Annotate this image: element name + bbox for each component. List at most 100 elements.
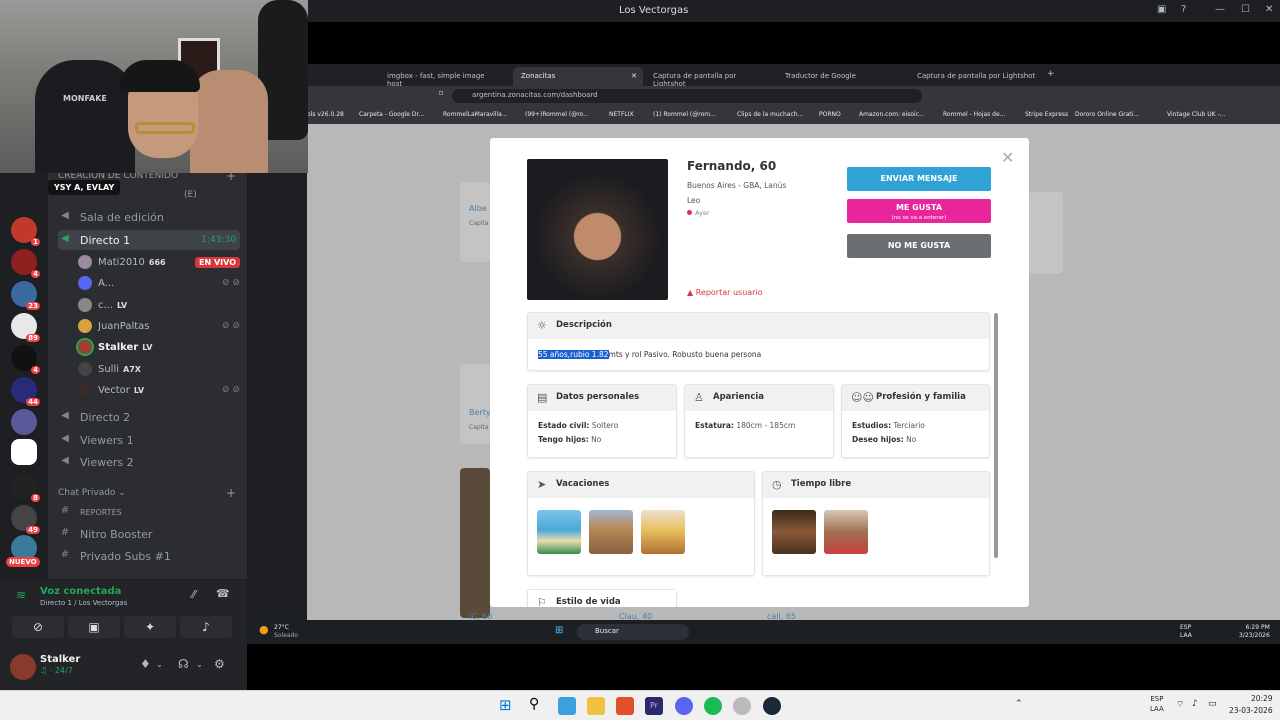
dislike-button[interactable]: NO ME GUSTA (847, 234, 991, 258)
file-explorer-icon[interactable] (587, 697, 605, 715)
description-text[interactable]: 55 años,rubio 1.82mts y rol Pasivo. Robu… (528, 339, 989, 370)
avatar[interactable] (10, 654, 36, 680)
server-icon[interactable]: 49 (11, 505, 40, 534)
voice-location[interactable]: Directo 1 / Los Vectorgas (40, 599, 127, 607)
voice-user[interactable]: Mati2010 666 EN VIVO (78, 252, 240, 272)
minimize-icon[interactable]: — (1215, 4, 1225, 15)
voice-user[interactable]: JuanPaltas ⊘ ⊘ (78, 316, 240, 336)
channel-sala-edicion[interactable]: ◀ Sala de edición (58, 207, 240, 227)
camera-off-button[interactable]: ⊘ (12, 616, 64, 638)
reading-thumb[interactable] (824, 510, 868, 554)
voice-user[interactable]: c... LV (78, 295, 240, 315)
windows-start-icon[interactable]: ⊞ (555, 625, 563, 636)
taskbar-search[interactable]: Buscar (577, 624, 689, 640)
tab-lightshot-1[interactable]: Captura de pantalla por Lightshot (645, 67, 775, 88)
modal-scrollbar[interactable] (994, 313, 998, 558)
tab-zonacitas[interactable]: Zonacitas ✕ (513, 67, 643, 86)
bookmark-item[interactable]: NETFLIX (609, 111, 634, 118)
server-icon[interactable]: 8 (11, 473, 40, 502)
wifi-icon[interactable]: ⌔ (1176, 699, 1184, 710)
server-icon[interactable]: 4 (11, 345, 40, 374)
remote-clock[interactable]: 6:29 PM 3/23/2026 (1239, 624, 1270, 640)
disconnect-icon[interactable]: ☎ (216, 587, 230, 600)
channel-privado-subs[interactable]: # Privado Subs #1 (58, 546, 240, 566)
bookmark-icon[interactable]: ⌑ (439, 89, 443, 98)
send-message-button[interactable]: ENVIAR MENSAJE (847, 167, 991, 191)
brave-icon[interactable] (616, 697, 634, 715)
profile-photo[interactable] (527, 159, 668, 300)
channel-nitro-booster[interactable]: # Nitro Booster (58, 524, 240, 544)
host-clock[interactable]: 20:29 23-03-2026 (1229, 693, 1273, 717)
bookmark-item[interactable]: Clips de la muchach... (737, 111, 803, 118)
soundboard-button[interactable]: ♪ (180, 616, 232, 638)
tab-translate[interactable]: Traductor de Google (777, 67, 907, 86)
guitar-thumb[interactable] (772, 510, 816, 554)
discord-icon[interactable] (675, 697, 693, 715)
channel-viewers-2[interactable]: ◀ Viewers 2 (58, 452, 240, 472)
app-icon[interactable] (733, 697, 751, 715)
report-user-link[interactable]: ▲ Reportar usuario (687, 288, 763, 297)
volume-icon[interactable]: ♪ (1192, 699, 1198, 709)
tab-lightshot-2[interactable]: Captura de pantalla por Lightshot (909, 67, 1059, 86)
bookmark-item[interactable]: Carpeta - Google Dr... (359, 111, 424, 118)
help-icon[interactable]: ? (1181, 4, 1186, 15)
bookmark-item[interactable]: Dororo Online Grati... (1075, 111, 1139, 118)
chevron-down-icon[interactable]: ⌄ (196, 660, 203, 669)
tab-imgbox[interactable]: imgbox - fast, simple image host (379, 67, 509, 88)
like-button[interactable]: ME GUSTA (no se va a enterar) (847, 199, 991, 223)
chevron-down-icon[interactable]: ⌄ (156, 660, 163, 669)
bookmark-item[interactable]: Amazon.com: eisoic... (859, 111, 925, 118)
noise-suppression-icon[interactable]: ⁄⁄ (192, 588, 196, 601)
bookmark-item[interactable]: RommelLaMaravilla... (443, 111, 508, 118)
spotify-icon[interactable] (704, 697, 722, 715)
screenshot-icon[interactable]: ▣ (1157, 4, 1166, 15)
microphone-icon[interactable]: ♦ (140, 657, 151, 671)
url-field[interactable]: argentina.zonacitas.com/dashboard (452, 89, 922, 103)
language-indicator[interactable]: ESP LAA (1150, 694, 1164, 714)
tray-chevron-icon[interactable]: ⌃ (1015, 699, 1023, 709)
bookmark-item[interactable]: ols v26.0.28 (307, 111, 344, 118)
premiere-icon[interactable]: Pr (645, 697, 663, 715)
bookmark-item[interactable]: Vintage Club UK -... (1167, 111, 1225, 118)
colosseum-thumb[interactable] (589, 510, 633, 554)
bookmark-item[interactable]: PORNO (819, 111, 841, 118)
widgets-icon[interactable] (558, 697, 576, 715)
search-icon[interactable]: ⚲ (529, 696, 547, 714)
server-icon[interactable]: 44 (11, 377, 40, 406)
channel-directo-2[interactable]: ◀ Directo 2 (58, 407, 240, 427)
bookmark-item[interactable]: (99+)Rommel (@ro... (525, 111, 589, 118)
screen-share-button[interactable]: ▣ (68, 616, 120, 638)
activities-button[interactable]: ✦ (124, 616, 176, 638)
beach-thumb[interactable] (537, 510, 581, 554)
voice-user[interactable]: Vector LV ⊘ ⊘ (78, 380, 240, 400)
temple-thumb[interactable] (641, 510, 685, 554)
headphones-icon[interactable]: ☊ (178, 657, 189, 671)
server-icon[interactable]: 23 (11, 281, 40, 310)
steam-icon[interactable] (763, 697, 781, 715)
category-chat-privado[interactable]: Chat Privado ⌄ + (58, 486, 236, 500)
close-modal-icon[interactable]: ✕ (1001, 148, 1014, 167)
tab-close-icon[interactable]: ✕ (631, 72, 637, 80)
voice-user[interactable]: A... ⊘ ⊘ (78, 273, 240, 293)
voice-user[interactable]: Stalker LV (76, 337, 240, 357)
battery-icon[interactable]: ▭ (1208, 699, 1217, 709)
server-icon[interactable]: 89 (11, 313, 40, 342)
server-icon[interactable]: 1 (11, 217, 40, 246)
add-channel-icon[interactable]: + (226, 486, 236, 500)
channel-viewers-1[interactable]: ◀ Viewers 1 (58, 430, 240, 450)
bookmark-item[interactable]: (1) Rommel (@rom... (653, 111, 716, 118)
language-indicator[interactable]: ESP LAA (1180, 624, 1192, 640)
voice-user[interactable]: Sulli A7X (78, 359, 240, 379)
channel-reportes[interactable]: # REPORTES (58, 502, 240, 522)
server-icon[interactable]: 4 (11, 249, 40, 278)
gear-icon[interactable]: ⚙ (214, 657, 225, 671)
server-icon[interactable] (11, 439, 37, 465)
new-tab-icon[interactable]: + (1047, 69, 1055, 79)
maximize-icon[interactable]: ☐ (1241, 4, 1250, 15)
channel-directo-1[interactable]: ◀ Directo 1 1:43:30 (58, 230, 240, 250)
windows-start-icon[interactable]: ⊞ (499, 696, 517, 714)
server-icon[interactable] (11, 409, 37, 435)
close-icon[interactable]: ✕ (1265, 4, 1273, 15)
voice-status[interactable]: Voz conectada (40, 586, 121, 597)
bookmark-item[interactable]: Rommel - Hojas de... (943, 111, 1005, 118)
